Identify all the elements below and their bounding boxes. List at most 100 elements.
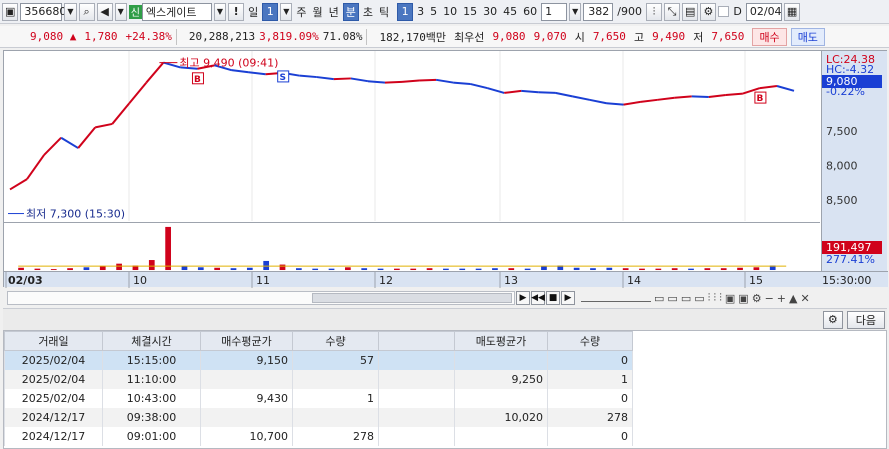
search-icon[interactable]: ⌕ [78,2,95,21]
window-icon[interactable]: ▣ [725,292,735,305]
settings-gear-icon[interactable]: ⚙ [700,2,717,21]
list-settings-gear-icon[interactable]: ⚙ [822,310,843,329]
period-dropdown-icon[interactable]: ▼ [280,2,293,21]
buy-button[interactable]: 매수 [752,27,787,46]
calendar-icon[interactable]: ▦ [783,2,801,21]
volume-bar [230,268,237,271]
volume-bar [361,268,368,271]
interval-60[interactable]: 60 [521,3,539,21]
price-change: 1,780 [84,30,118,43]
table-cell [454,350,548,370]
table-cell: 1 [292,388,379,408]
arrow-up-icon[interactable]: ▲ [789,292,797,305]
price-segment [350,77,369,83]
chart-toolbar: ▣ 356680 ▼ ⌕ ◀ ▼ 신 엑스게이트 ▼ ! 일 1 ▼ 주 월 년… [0,0,889,24]
interval-15[interactable]: 15 [461,3,479,21]
interval-45[interactable]: 45 [501,3,519,21]
period-minute[interactable]: 분 [342,2,359,21]
speaker-icon[interactable]: ◀ [96,2,113,21]
period-month[interactable]: 월 [310,3,324,21]
save-icon[interactable]: ▤ [681,2,699,21]
code-dropdown-icon[interactable]: ▼ [64,2,77,21]
stock-code-input[interactable]: 356680 [20,2,66,21]
table-row[interactable]: 2025/02/04 10:43:00 9,430 1 0 [4,388,633,408]
volume-bar [18,267,24,271]
layout4-icon[interactable]: ▭ [694,292,704,305]
stop-icon[interactable]: ■ [546,291,560,305]
table-cell: 57 [292,350,379,370]
speaker-dropdown-icon[interactable]: ▼ [114,2,127,21]
date-checkbox[interactable] [718,6,730,17]
period-second[interactable]: 초 [361,3,375,21]
window-menu-icon[interactable]: ▣ [2,2,19,21]
window2-icon[interactable]: ▣ [738,292,748,305]
table-cell [378,426,455,446]
divider [366,28,375,45]
close-icon[interactable]: ✕ [800,292,809,305]
indicator-icon[interactable]: ⫶ [708,291,711,305]
time-axis[interactable]: 02/03 10 11 12 13 14 15 15:30:00 [4,271,888,288]
indicator2-icon[interactable]: ⫶ [713,291,716,305]
table-row[interactable]: 2025/02/04 15:15:00 9,150 57 0 [4,350,633,370]
col-buy-qty[interactable]: 수량 [292,331,379,351]
interval-5[interactable]: 5 [428,3,439,21]
layout3-icon[interactable]: ▭ [681,292,691,305]
volume-panel[interactable] [4,222,820,271]
price-segment [43,137,62,156]
play-icon[interactable]: ▶ [561,291,575,305]
col-trade-date[interactable]: 거래일 [4,331,103,351]
table-row[interactable]: 2025/02/04 11:10:00 9,250 1 [4,369,633,389]
stock-name-field[interactable]: 엑스게이트 [141,2,212,21]
layout2-icon[interactable]: ▭ [667,292,677,305]
col-exec-time[interactable]: 체결시간 [102,331,201,351]
price-panel[interactable]: 최고 9,490 (09:41) 최저 7,300 (15:30) B S B [4,51,820,221]
count-input[interactable]: 382 [583,2,614,21]
volume-bar [541,266,547,271]
layout-icon[interactable]: ▭ [654,292,664,305]
chart-settings-gear-icon[interactable]: ⚙ [752,292,762,305]
table-row[interactable]: 2024/12/17 09:01:00 10,700 278 0 [4,426,633,446]
interval-3[interactable]: 3 [415,3,426,21]
period-week[interactable]: 주 [294,3,308,21]
period-tick[interactable]: 틱 [377,3,391,21]
col-buy-avg[interactable]: 매수평균가 [200,331,293,351]
trade-value: 182,170백만 [379,30,447,44]
col-sell-avg[interactable]: 매도평균가 [454,331,548,351]
volume-bar [394,268,400,271]
name-dropdown-icon[interactable]: ▼ [213,2,227,21]
scroll-thumb[interactable] [312,293,512,303]
y-axis-label: 8,000 [826,159,858,172]
table-cell: 2025/02/04 [4,350,103,370]
line-tool-icon[interactable]: ⤡ [663,2,680,21]
volume-bar [639,268,645,271]
chart-area[interactable]: 최고 9,490 (09:41) 최저 7,300 (15:30) B S B LC:2… [3,50,888,288]
period-day-count[interactable]: 1 [262,2,279,21]
interval-1[interactable]: 1 [397,2,414,21]
zoom-out-icon[interactable]: − [765,292,774,305]
scroll-track[interactable] [7,291,515,305]
table-row[interactable]: 2024/12/17 09:38:00 10,020 278 [4,407,633,427]
next-button[interactable]: 다음 [846,310,885,329]
rewind-icon[interactable]: ◀◀ [531,291,545,305]
volume-bar [590,268,596,271]
scroll-next-icon[interactable]: ▶ [516,291,530,305]
interval-30[interactable]: 30 [481,3,499,21]
interval-10[interactable]: 10 [441,3,459,21]
col-sell-qty[interactable]: 수량 [547,331,633,351]
indicator3-icon[interactable]: ⫶ [719,291,722,305]
period-day[interactable]: 일 [246,3,260,21]
interval-input[interactable]: 1 [541,2,568,21]
zoom-slider[interactable] [581,294,651,302]
price-segment [367,80,386,84]
candle-type-icon[interactable]: ⫶ [645,2,662,21]
sell-button[interactable]: 매도 [790,27,825,46]
period-year[interactable]: 년 [327,3,341,21]
best-label: 최우선 [454,30,485,44]
zoom-in-icon[interactable]: + [777,292,786,305]
volume-bar [475,268,482,271]
price-axis[interactable]: LC:24.38 HC:-4.32 9,080 -0.22% 8,500 8,000 7,5… [821,51,887,271]
price-segment [589,98,607,105]
interval-dropdown-icon[interactable]: ▼ [569,2,582,21]
date-input[interactable]: 02/04 [745,2,782,21]
alert-icon[interactable]: ! [228,2,245,21]
